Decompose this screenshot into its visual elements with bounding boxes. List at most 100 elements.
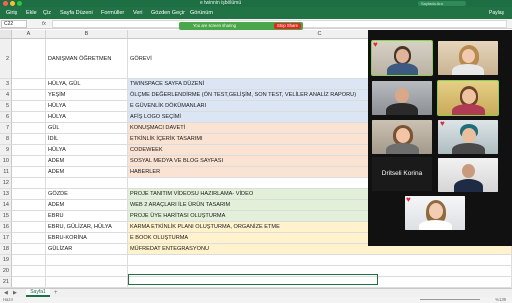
cell-advisor-teacher[interactable]: YEŞİM — [46, 90, 128, 101]
cell-advisor-teacher[interactable]: GÜLİZAR — [46, 244, 128, 255]
participant-name-tile[interactable]: Dritseli Korina — [372, 157, 432, 191]
cell-column-a[interactable] — [12, 222, 46, 233]
cell-advisor-teacher[interactable]: HÜLYA, GÜL — [46, 79, 128, 90]
row-number[interactable]: 14 — [0, 200, 12, 211]
cell-advisor-teacher[interactable]: HÜLYA — [46, 145, 128, 156]
column-header-a[interactable]: A — [12, 30, 46, 39]
cell-advisor-teacher[interactable] — [46, 178, 128, 189]
row-number[interactable]: 10 — [0, 156, 12, 167]
cell-column-a[interactable] — [12, 79, 46, 90]
row-number[interactable]: 8 — [0, 134, 12, 145]
cell-column-a[interactable] — [12, 156, 46, 167]
cell-column-a[interactable] — [12, 255, 46, 266]
participant-video-6[interactable] — [438, 120, 498, 154]
cell-advisor-teacher[interactable]: HÜLYA — [46, 101, 128, 112]
cell-column-a[interactable] — [12, 123, 46, 134]
stop-share-button[interactable]: Stop Share — [274, 23, 301, 29]
tab-review[interactable]: Gözden Geçir — [151, 9, 185, 17]
cell-column-a[interactable] — [12, 211, 46, 222]
cell-column-a[interactable] — [12, 200, 46, 211]
row-number[interactable]: 21 — [0, 277, 12, 288]
cell-advisor-teacher[interactable]: DANIŞMAN ÖĞRETMEN — [46, 39, 128, 79]
cell-column-a[interactable] — [12, 39, 46, 79]
tab-draw[interactable]: Çiz — [43, 9, 51, 17]
cell-column-a[interactable] — [12, 266, 46, 277]
cell-advisor-teacher[interactable] — [46, 277, 128, 288]
cell-advisor-teacher[interactable]: GÖZDE — [46, 189, 128, 200]
row-number[interactable]: 18 — [0, 244, 12, 255]
row-number[interactable]: 17 — [0, 233, 12, 244]
cell-advisor-teacher[interactable]: HÜLYA — [46, 112, 128, 123]
row-number[interactable]: 3 — [0, 79, 12, 90]
fx-icon[interactable]: fx — [42, 20, 46, 28]
tab-page-layout[interactable]: Sayfa Düzeni — [60, 9, 93, 17]
excel-window: e twinnin işbölümü Sayfada Ara Giriş Ekl… — [0, 0, 512, 303]
prev-sheet-icon[interactable]: ◀ — [4, 290, 8, 297]
participant-video-2[interactable] — [438, 41, 498, 75]
maximize-window-icon[interactable] — [17, 1, 22, 6]
row-number[interactable]: 12 — [0, 178, 12, 189]
cell-advisor-teacher[interactable]: İDİL — [46, 134, 128, 145]
row-number[interactable]: 6 — [0, 112, 12, 123]
participant-video-8[interactable] — [405, 196, 465, 230]
participant-video-1[interactable] — [371, 40, 433, 76]
cell-advisor-teacher[interactable] — [46, 255, 128, 266]
tab-formulas[interactable]: Formüller — [101, 9, 124, 17]
cell-column-a[interactable] — [12, 145, 46, 156]
cell-column-a[interactable] — [12, 167, 46, 178]
cell-column-a[interactable] — [12, 134, 46, 145]
name-box[interactable]: C22 — [1, 20, 27, 28]
row-number[interactable]: 20 — [0, 266, 12, 277]
share-button[interactable]: Paylaş — [489, 9, 504, 17]
zoom-slider[interactable] — [420, 299, 480, 300]
next-sheet-icon[interactable]: ▶ — [13, 290, 17, 297]
cell-column-a[interactable] — [12, 189, 46, 200]
cell-advisor-teacher[interactable] — [46, 266, 128, 277]
participant-video-3[interactable] — [372, 81, 432, 115]
cell-column-a[interactable] — [12, 277, 46, 288]
cell-column-a[interactable] — [12, 90, 46, 101]
participant-video-5[interactable] — [372, 120, 432, 154]
row-number[interactable]: 13 — [0, 189, 12, 200]
column-header-b[interactable]: B — [46, 30, 128, 39]
selected-cell-c22[interactable] — [128, 274, 378, 285]
status-bar: Hazır %139 — [0, 297, 512, 303]
cell-advisor-teacher[interactable]: ADEM — [46, 167, 128, 178]
tab-home[interactable]: Giriş — [6, 9, 17, 17]
tab-data[interactable]: Veri — [133, 9, 142, 17]
tab-insert[interactable]: Ekle — [26, 9, 37, 17]
table-row: 19 — [0, 255, 512, 266]
select-all-corner[interactable] — [0, 30, 12, 39]
cell-column-a[interactable] — [12, 233, 46, 244]
cell-advisor-teacher[interactable]: ADEM — [46, 200, 128, 211]
cell-advisor-teacher[interactable]: GÜL — [46, 123, 128, 134]
cell-column-a[interactable] — [12, 101, 46, 112]
cell-advisor-teacher[interactable]: ADEM — [46, 156, 128, 167]
cell-advisor-teacher[interactable]: EBRU, GÜLİZAR, HÜLYA — [46, 222, 128, 233]
add-sheet-icon[interactable]: + — [54, 289, 58, 297]
row-number[interactable]: 15 — [0, 211, 12, 222]
cell-task[interactable] — [128, 255, 512, 266]
cell-column-a[interactable] — [12, 112, 46, 123]
close-window-icon[interactable] — [3, 1, 8, 6]
search-field[interactable]: Sayfada Ara — [418, 1, 466, 6]
row-number[interactable]: 5 — [0, 101, 12, 112]
document-title: e twinnin işbölümü — [200, 0, 242, 6]
cell-column-a[interactable] — [12, 244, 46, 255]
row-number[interactable]: 4 — [0, 90, 12, 101]
cell-advisor-teacher[interactable]: EBRU — [46, 211, 128, 222]
cell-column-a[interactable] — [12, 178, 46, 189]
tab-view[interactable]: Görünüm — [190, 9, 213, 17]
row-number[interactable]: 9 — [0, 145, 12, 156]
row-number[interactable]: 7 — [0, 123, 12, 134]
minimize-window-icon[interactable] — [10, 1, 15, 6]
row-number[interactable]: 19 — [0, 255, 12, 266]
heart-reaction-icon: ♥ — [440, 119, 445, 128]
participant-video-7[interactable] — [438, 158, 498, 192]
participant-video-4[interactable] — [437, 80, 499, 116]
sheet-tab-sayfa1[interactable]: Sayfa1 — [26, 289, 50, 297]
row-number[interactable]: 16 — [0, 222, 12, 233]
row-number[interactable]: 11 — [0, 167, 12, 178]
row-number[interactable]: 2 — [0, 39, 12, 79]
cell-advisor-teacher[interactable]: EBRU-KORİNA — [46, 233, 128, 244]
